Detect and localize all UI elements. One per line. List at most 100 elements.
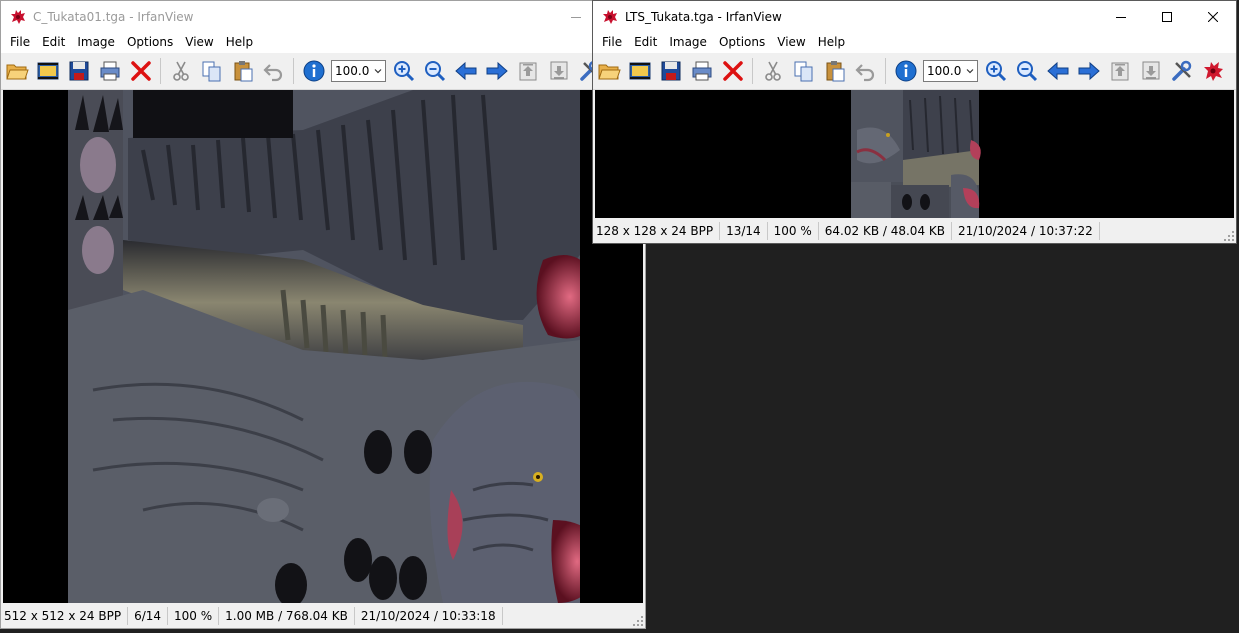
undo-icon: [854, 59, 878, 83]
zoom-in-button[interactable]: [980, 55, 1011, 87]
last-image-button[interactable]: [1135, 55, 1166, 87]
toolbar-separator: [752, 58, 753, 84]
last-image-button[interactable]: [543, 55, 574, 87]
zoom-out-button[interactable]: [1011, 55, 1042, 87]
maximize-button[interactable]: [1144, 1, 1190, 32]
next-image-button[interactable]: [1073, 55, 1104, 87]
thumbnails-button[interactable]: [624, 55, 655, 87]
undo-button[interactable]: [258, 55, 289, 87]
info-button[interactable]: [298, 55, 329, 87]
toolbar-separator: [885, 58, 886, 84]
toolbar-separator: [160, 58, 161, 84]
previous-image-button[interactable]: [1042, 55, 1073, 87]
status-zoom: 100 %: [768, 222, 819, 240]
delete-button[interactable]: [125, 55, 156, 87]
window-title: LTS_Tukata.tga - IrfanView: [625, 9, 782, 24]
save-button[interactable]: [655, 55, 686, 87]
delete-icon: [721, 59, 745, 83]
save-icon: [67, 59, 91, 83]
zoom-combobox[interactable]: 100.0: [331, 60, 386, 82]
menu-help[interactable]: Help: [812, 32, 851, 53]
settings-button[interactable]: [1166, 55, 1197, 87]
irfanview-app-icon: [9, 8, 27, 26]
status-dimensions: 512 x 512 x 24 BPP: [1, 607, 129, 625]
copy-button[interactable]: [788, 55, 819, 87]
title-bar[interactable]: LTS_Tukata.tga - IrfanView: [593, 1, 1236, 32]
chevron-down-icon[interactable]: [963, 61, 977, 81]
zoom-out-button[interactable]: [419, 55, 450, 87]
menu-image[interactable]: Image: [71, 32, 121, 53]
toolbar-separator: [293, 58, 294, 84]
first-page-icon: [516, 59, 540, 83]
menu-file[interactable]: File: [4, 32, 36, 53]
chevron-down-icon[interactable]: [371, 61, 385, 81]
menu-edit[interactable]: Edit: [36, 32, 71, 53]
print-icon: [690, 59, 714, 83]
toolbar: 100.0: [1, 53, 645, 90]
cut-button[interactable]: [757, 55, 788, 87]
settings-tools-icon: [1170, 59, 1194, 83]
paste-icon: [231, 59, 255, 83]
zoom-value: 100.0: [927, 64, 962, 78]
print-button[interactable]: [686, 55, 717, 87]
delete-icon: [129, 59, 153, 83]
menu-view[interactable]: View: [179, 32, 219, 53]
thumbnails-button[interactable]: [32, 55, 63, 87]
menu-options[interactable]: Options: [121, 32, 179, 53]
delete-button[interactable]: [717, 55, 748, 87]
paste-button[interactable]: [227, 55, 258, 87]
status-date: 21/10/2024 / 10:33:18: [355, 607, 503, 625]
zoom-combobox[interactable]: 100.0: [923, 60, 978, 82]
arrow-left-icon: [1046, 59, 1070, 83]
minimize-icon: [571, 16, 581, 18]
info-icon: [894, 59, 918, 83]
zoom-in-icon: [392, 59, 416, 83]
open-button[interactable]: [1, 55, 32, 87]
image-viewport[interactable]: [3, 90, 643, 603]
about-button[interactable]: [1197, 55, 1228, 87]
last-page-icon: [1139, 59, 1163, 83]
first-image-button[interactable]: [512, 55, 543, 87]
irfanview-window-lts-tukata[interactable]: LTS_Tukata.tga - IrfanView File Edit Ima…: [592, 0, 1237, 244]
status-bar: 512 x 512 x 24 BPP 6/14 100 % 1.00 MB / …: [1, 604, 645, 628]
next-image-button[interactable]: [481, 55, 512, 87]
menu-image[interactable]: Image: [663, 32, 713, 53]
zoom-in-icon: [984, 59, 1008, 83]
menu-options[interactable]: Options: [713, 32, 771, 53]
irfanview-window-c-tukata01[interactable]: C_Tukata01.tga - IrfanView File Edit Ima…: [0, 0, 646, 629]
menu-file[interactable]: File: [596, 32, 628, 53]
paste-button[interactable]: [819, 55, 850, 87]
status-dimensions: 128 x 128 x 24 BPP: [593, 222, 721, 240]
zoom-out-icon: [423, 59, 447, 83]
resize-grip-icon[interactable]: [1224, 231, 1234, 241]
arrow-right-icon: [1077, 59, 1101, 83]
texture-image: [3, 90, 643, 603]
minimize-button[interactable]: [1098, 1, 1144, 32]
copy-button[interactable]: [196, 55, 227, 87]
zoom-in-button[interactable]: [388, 55, 419, 87]
open-folder-icon: [5, 59, 29, 83]
cut-button[interactable]: [165, 55, 196, 87]
status-bar: 128 x 128 x 24 BPP 13/14 100 % 64.02 KB …: [593, 219, 1236, 243]
caption-buttons: [1098, 1, 1236, 32]
irfanview-app-icon: [601, 8, 619, 26]
status-zoom: 100 %: [168, 607, 220, 625]
resize-grip-icon[interactable]: [633, 616, 643, 626]
first-image-button[interactable]: [1104, 55, 1135, 87]
undo-button[interactable]: [850, 55, 881, 87]
menu-edit[interactable]: Edit: [628, 32, 663, 53]
cut-icon: [169, 59, 193, 83]
previous-image-button[interactable]: [450, 55, 481, 87]
save-button[interactable]: [63, 55, 94, 87]
zoom-value: 100.0: [335, 64, 370, 78]
image-viewport[interactable]: [595, 90, 1234, 218]
menu-help[interactable]: Help: [220, 32, 259, 53]
title-bar[interactable]: C_Tukata01.tga - IrfanView: [1, 1, 645, 32]
open-button[interactable]: [593, 55, 624, 87]
status-file-index: 6/14: [128, 607, 169, 625]
menu-view[interactable]: View: [771, 32, 811, 53]
close-button[interactable]: [1190, 1, 1236, 32]
info-button[interactable]: [890, 55, 921, 87]
toolbar: 100.0: [593, 53, 1236, 90]
print-button[interactable]: [94, 55, 125, 87]
